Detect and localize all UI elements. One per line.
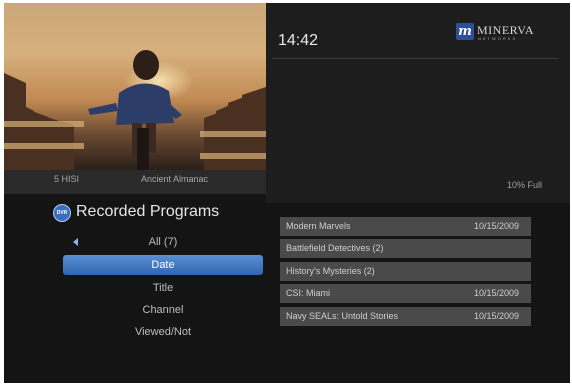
program-row-navy-seals[interactable]: Navy SEALs: Untold Stories 10/15/2009: [280, 307, 531, 326]
program-date: 10/15/2009: [473, 288, 519, 298]
clock: 14:42: [278, 32, 319, 49]
sort-option-title[interactable]: Title: [63, 278, 263, 298]
sort-option-all[interactable]: All (7): [63, 232, 263, 252]
sort-option-date[interactable]: Date: [63, 255, 263, 275]
preview-scene: [4, 50, 266, 170]
minerva-logo: m MINERVA NETWORKS: [456, 22, 538, 42]
program-row-modern-marvels[interactable]: Modern Marvels 10/15/2009: [280, 217, 531, 236]
video-preview: [4, 3, 266, 170]
program-row-csi-miami[interactable]: CSI: Miami 10/15/2009: [280, 284, 531, 303]
program-title: Battlefield Detectives (2): [286, 243, 384, 253]
channel-number: 5 HISI: [54, 174, 80, 184]
sort-option-channel[interactable]: Channel: [63, 300, 263, 320]
page-title: Recorded Programs: [76, 203, 220, 220]
logo-subtext: NETWORKS: [478, 36, 518, 41]
sort-option-viewed[interactable]: Viewed/Not: [63, 322, 263, 342]
program-title: Navy SEALs: Untold Stories: [286, 311, 399, 321]
program-row-historys-mysteries[interactable]: History's Mysteries (2): [280, 262, 531, 281]
program-row-battlefield-detectives[interactable]: Battlefield Detectives (2): [280, 239, 531, 258]
dvr-icon: DVR: [53, 204, 71, 222]
program-date: 10/15/2009: [473, 311, 519, 321]
program-date: 10/15/2009: [473, 221, 519, 231]
program-title: History's Mysteries (2): [286, 266, 375, 276]
logo-mark: m: [456, 23, 474, 40]
storage-indicator: 10% Full: [506, 180, 542, 190]
program-title: CSI: Miami: [286, 288, 331, 298]
program-info-bar: 5 HISI Ancient Almanac: [4, 170, 266, 194]
header-divider: [272, 58, 558, 59]
current-program: Ancient Almanac: [141, 174, 209, 184]
program-title: Modern Marvels: [286, 221, 351, 231]
